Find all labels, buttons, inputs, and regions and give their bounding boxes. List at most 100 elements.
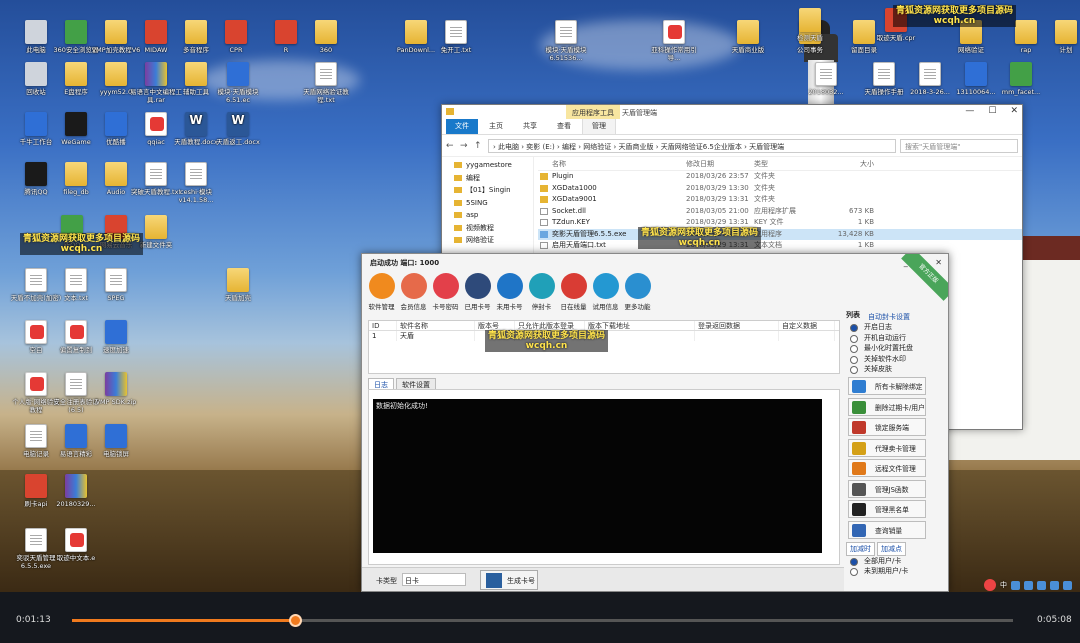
ribbon-tab[interactable]: 管理 (582, 117, 616, 134)
grid-column-header[interactable]: 版本下载地址 (585, 321, 695, 330)
adjust-tab[interactable]: 加减时 (846, 541, 875, 556)
grid-column-header[interactable]: 只允许此版本登录 (515, 321, 585, 330)
desktop-icon[interactable]: 模块·天盾模块6.51.ec (212, 62, 264, 104)
ribbon-tab[interactable]: 查看 (548, 118, 580, 134)
generate-card-button[interactable]: 生成卡号 (480, 570, 538, 590)
option-radio[interactable]: 关掉软件水印 (846, 354, 934, 365)
sogou-icon[interactable] (984, 579, 996, 591)
grid-column-header[interactable]: 自定义数据 (779, 321, 835, 330)
ribbon-tab[interactable]: 文件 (446, 118, 478, 134)
desktop-icon[interactable]: 免开工.txt (430, 20, 482, 54)
tool-button[interactable]: 日在线量 (558, 273, 589, 311)
column-header[interactable]: 修改日期 (686, 157, 754, 170)
tool-button[interactable]: 会员信息 (398, 273, 429, 311)
desktop-icon[interactable]: 20180329... (50, 474, 102, 508)
back-icon[interactable]: ← (446, 141, 456, 151)
up-icon[interactable]: ↑ (474, 141, 484, 151)
tool-button[interactable]: 更多功能 (622, 273, 653, 311)
option-radio[interactable]: 最小化时置托盘 (846, 343, 934, 354)
desktop-icon[interactable]: VMP SDK.zip (90, 372, 142, 406)
file-row[interactable]: XGData9001 2018/03/29 13:31 文件夹 (538, 194, 1022, 206)
desktop-icon[interactable]: 亚科操作常用引导... (648, 20, 700, 62)
desktop-icon[interactable]: 计划 (1040, 20, 1080, 54)
file-row[interactable]: Socket.dll 2018/03/05 21:00 应用程序扩展 673 KB (538, 206, 1022, 218)
tiandun-manager-window[interactable]: 启动成功 端口: 1000 _□✕ 官方正版 软件管理会员信息卡号密码已用卡号未… (361, 253, 949, 592)
column-header[interactable]: 类型 (754, 157, 824, 170)
desktop-icon[interactable]: 天盾商业版 (722, 20, 774, 54)
side-button[interactable]: 管理JS函数 (848, 479, 926, 498)
adjust-tab[interactable]: 加减点 (877, 541, 906, 556)
card-type-select[interactable]: 日卡 (402, 573, 466, 586)
tree-item[interactable]: 视频教程 (442, 222, 533, 235)
desktop-icon[interactable]: ceshi·模块v14.1.58... (170, 162, 222, 204)
tool-button[interactable]: 软件管理 (366, 273, 397, 311)
side-button[interactable]: 代理卖卡管理 (848, 438, 926, 457)
tree-item[interactable]: 【01】Singin (442, 184, 533, 197)
context-tab[interactable]: 应用程序工具 (566, 105, 620, 119)
tree-item[interactable]: asp (442, 209, 533, 222)
grid-column-header[interactable]: 登录返回数据 (695, 321, 779, 330)
grid-icon[interactable] (1063, 580, 1072, 590)
side-button[interactable]: 管理黑名单 (848, 500, 926, 518)
seek-handle[interactable] (289, 614, 303, 627)
side-button[interactable]: 查询销量 (848, 520, 926, 539)
shirt-icon[interactable] (1050, 580, 1059, 590)
side-button[interactable]: 远程文件管理 (848, 459, 926, 477)
mic-icon[interactable] (1024, 580, 1033, 590)
address-bar[interactable]: › 此电脑 › 奕影 (E:) › 编程 › 网络验证 › 天盾商业版 › 天盾… (488, 138, 896, 153)
tool-button[interactable]: 停封卡 (526, 273, 557, 311)
tree-item[interactable]: yygamestore (442, 159, 533, 172)
desktop-icon[interactable]: 天盾操作手册 (858, 62, 910, 96)
seek-bar[interactable] (72, 614, 1013, 627)
minimize-icon[interactable]: — (965, 106, 974, 116)
ribbon-tab[interactable]: 共享 (514, 118, 546, 134)
desktop-icon[interactable]: 天盾返工.docx (212, 112, 264, 146)
file-row[interactable]: Plugin 2018/03/26 23:57 文件夹 (538, 171, 1022, 183)
file-row[interactable]: XGData1000 2018/03/29 13:30 文件夹 (538, 183, 1022, 195)
tool-button[interactable]: 试用信息 (590, 273, 621, 311)
desktop-icon[interactable]: 天盾加壳 (212, 268, 264, 302)
target-radio[interactable]: 全部用户/卡 (846, 556, 934, 567)
tree-item[interactable]: 编程 (442, 172, 533, 185)
file-row[interactable]: 奕影天盾管理6.5.5.exe2018/03/29 15:36应用程序13,42… (538, 228, 1022, 240)
tray-icon[interactable] (1011, 580, 1020, 590)
option-radio[interactable]: 关掉皮肤 (846, 364, 934, 375)
grid-column-header[interactable]: 版本号 (475, 321, 515, 330)
desktop-icon[interactable]: 速度加速 (90, 320, 142, 354)
search-input[interactable]: 搜索"天盾管理端" (900, 138, 1018, 153)
tool-button[interactable]: 卡号密码 (430, 273, 461, 311)
grid-column-header[interactable]: 软件名称 (397, 321, 475, 330)
column-header[interactable]: 名称 (538, 157, 686, 170)
desktop-icon[interactable]: 2018-3-26... (904, 62, 956, 96)
desktop-icon[interactable]: 取迹中文本.e (50, 528, 102, 562)
maximize-icon[interactable]: ☐ (988, 106, 996, 116)
side-button[interactable]: 锁定服务端 (848, 418, 926, 436)
desktop-icon[interactable]: 天盾网络验证教程.txt (300, 62, 352, 104)
ribbon-tab[interactable]: 主页 (480, 118, 512, 134)
close-icon[interactable]: ✕ (935, 254, 942, 272)
desktop-icon[interactable]: 模块·天盾模块6.51536... (540, 20, 592, 62)
file-row[interactable]: TZdun.KEY 2018/03/29 13:31 KEY 文件 1 KB (538, 217, 1022, 229)
tree-item[interactable]: 5SING (442, 197, 533, 210)
tool-button[interactable]: 未用卡号 (494, 273, 525, 311)
desktop-icon[interactable]: SPEG (90, 268, 142, 302)
option-radio[interactable]: 开启日志 (846, 322, 934, 333)
close-icon[interactable]: ✕ (1010, 106, 1018, 116)
tree-item[interactable]: 网络验证 (442, 234, 533, 247)
desktop-icon[interactable]: mm_facet... (995, 62, 1047, 96)
column-header[interactable]: 大小 (824, 157, 874, 170)
desktop-icon[interactable]: 2018032... (800, 62, 852, 96)
option-radio[interactable]: 开机自动运行 (846, 333, 934, 344)
target-radio[interactable]: 未到期用户/卡 (846, 566, 934, 577)
tool-button[interactable]: 已用卡号 (462, 273, 493, 311)
side-button[interactable]: 所有卡解除绑定 (848, 377, 926, 395)
side-button[interactable]: 删除过期卡/用户 (848, 397, 926, 416)
desktop-icon[interactable]: CPR (210, 20, 262, 54)
file-row[interactable]: 启用天盾端口.txt2018/03/29 13:31文本文档1 KB (538, 240, 1022, 252)
desktop-icon[interactable]: 360 (300, 20, 352, 54)
keyboard-icon[interactable] (1037, 580, 1046, 590)
forward-icon[interactable]: → (460, 141, 470, 151)
desktop-icon[interactable]: 检测天盾 (784, 8, 836, 42)
grid-column-header[interactable]: ID (369, 321, 397, 330)
desktop-icon[interactable]: 电脑锁屏 (90, 424, 142, 458)
